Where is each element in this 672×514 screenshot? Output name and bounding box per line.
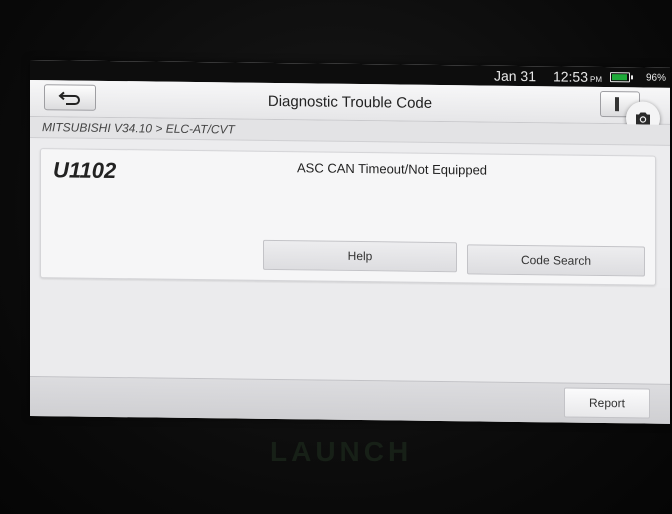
device-screen: Jan 31 12:53 PM 96% Diagnostic Trouble Co… <box>30 60 670 424</box>
brand-logo: LAUNCH <box>270 436 413 467</box>
content-area <box>30 280 670 384</box>
report-button[interactable]: Report <box>564 387 650 419</box>
dtc-card: U1102 ASC CAN Timeout/Not Equipped Help … <box>40 148 656 286</box>
battery-level <box>612 74 628 81</box>
bottom-toolbar: Report <box>30 376 670 424</box>
battery-percent: 96% <box>645 72 666 84</box>
help-button[interactable]: Help <box>263 239 457 273</box>
battery-icon <box>610 72 630 83</box>
status-meridiem: PM <box>590 74 602 84</box>
dtc-description: ASC CAN Timeout/Not Equipped <box>297 160 488 178</box>
code-search-button[interactable]: Code Search <box>467 244 645 277</box>
status-clock: 12:53 <box>552 68 588 85</box>
status-date: Jan 31 <box>493 67 536 85</box>
menu-icon <box>615 97 619 112</box>
status-time: 12:53 PM <box>553 68 602 85</box>
page-title: Diagnostic Trouble Code <box>267 92 433 112</box>
breadcrumb: MITSUBISHI V34.10 > ELC-AT/CVT <box>42 120 235 137</box>
dtc-code: U1102 <box>53 157 117 184</box>
